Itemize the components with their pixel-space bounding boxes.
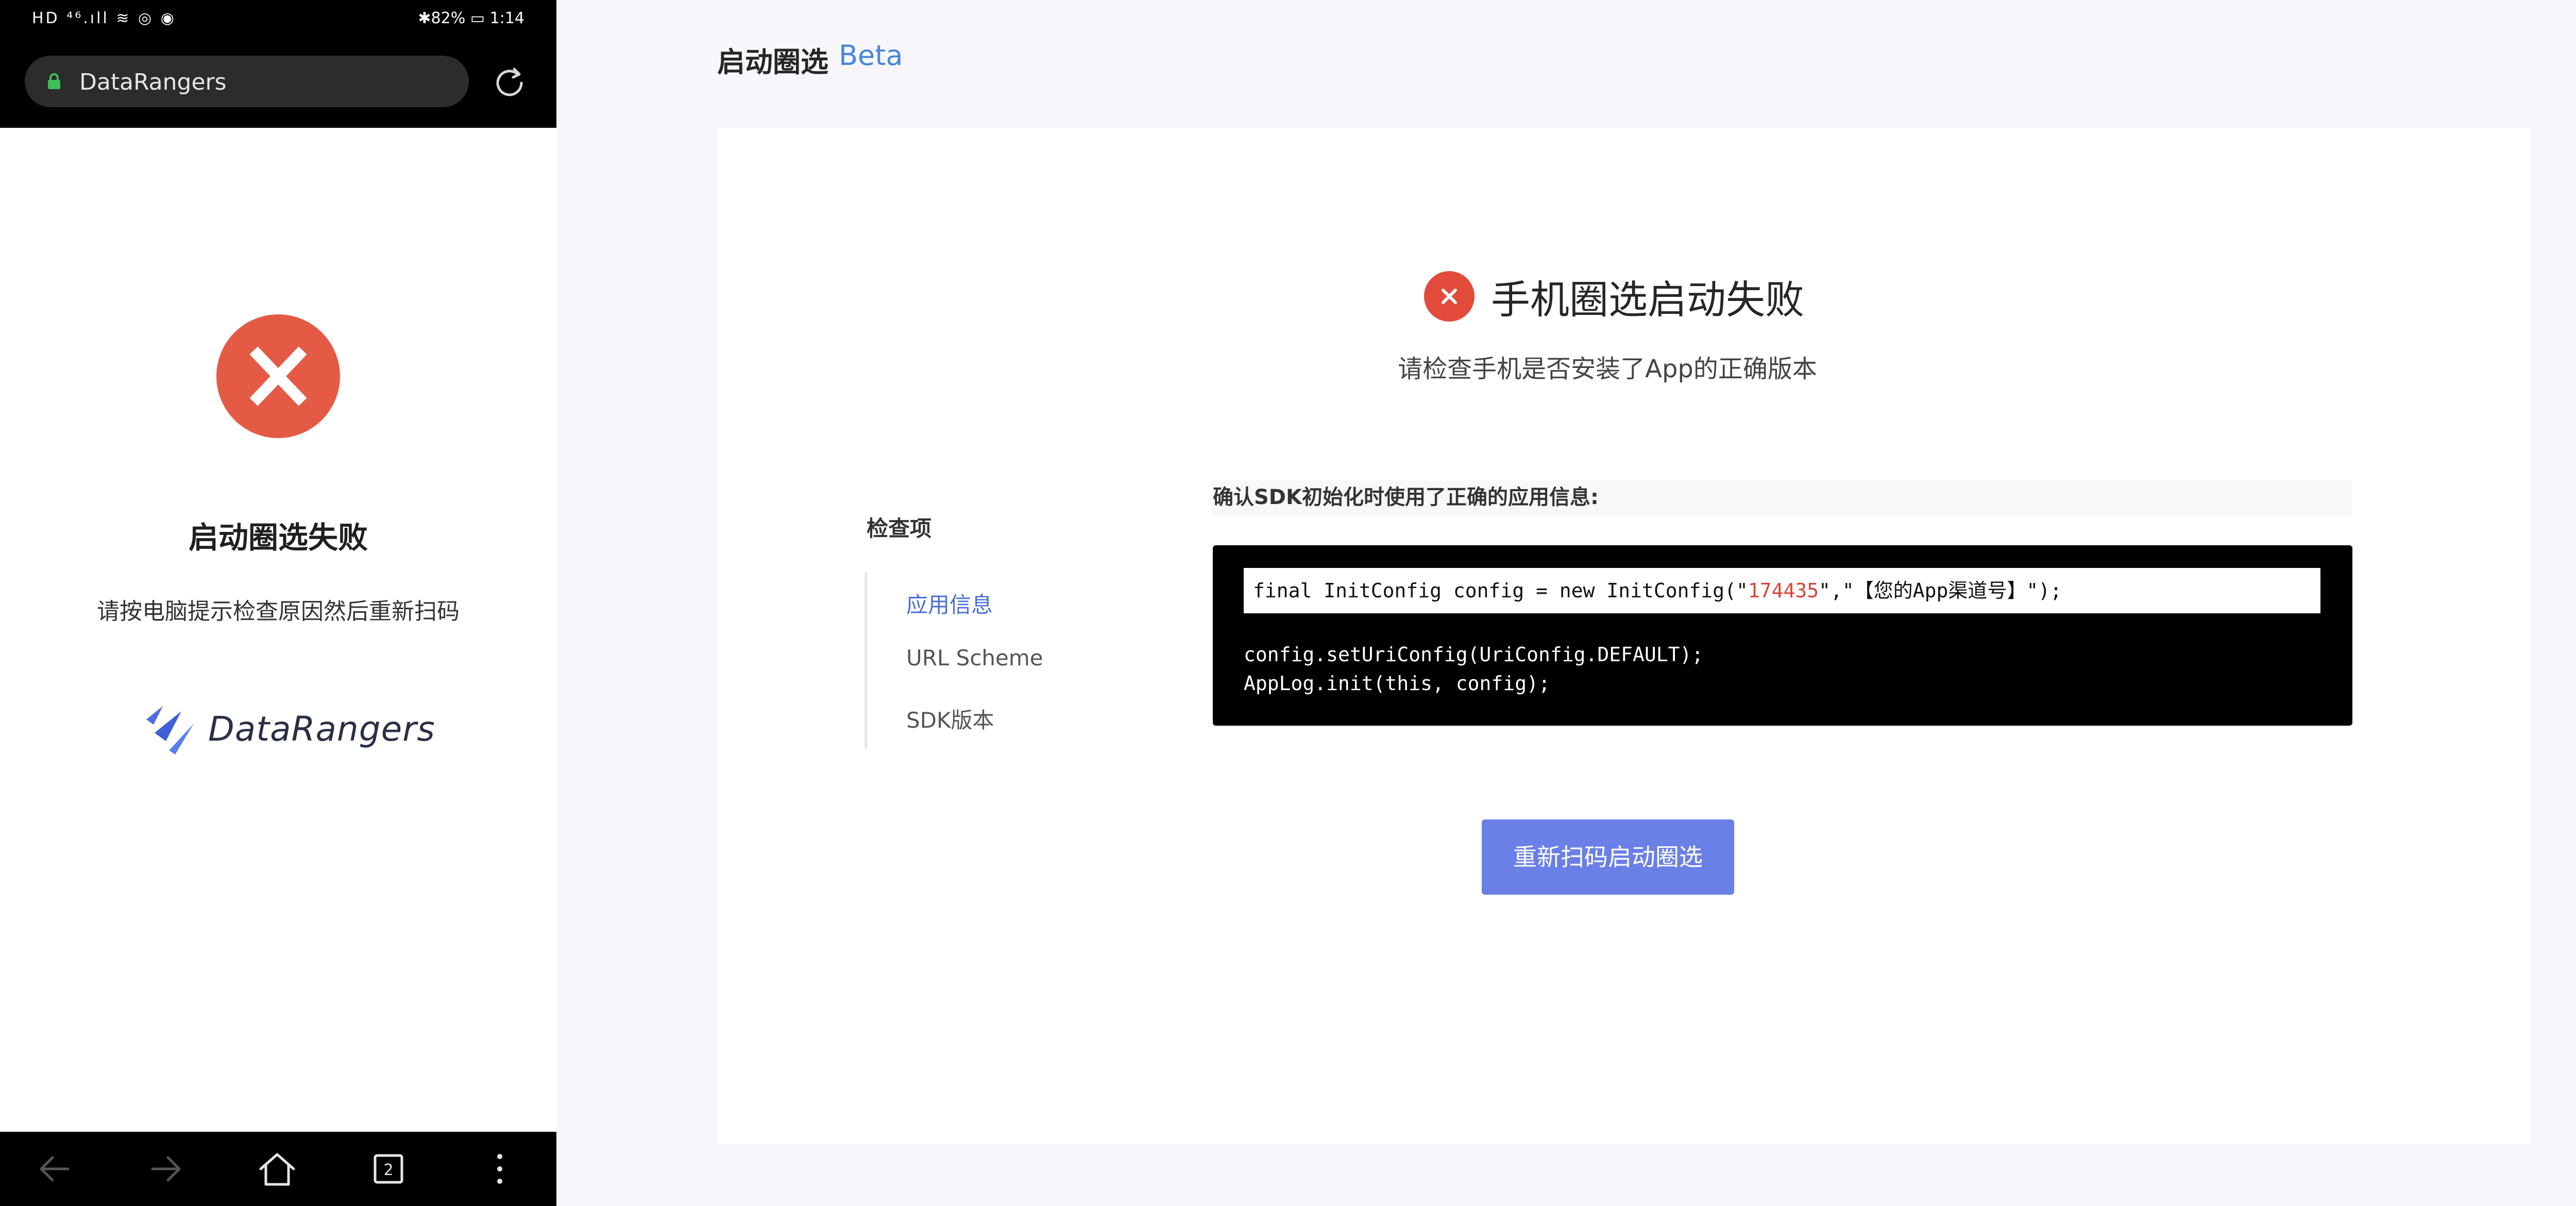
back-button[interactable] bbox=[34, 1148, 75, 1190]
datarangers-logo-mark-icon bbox=[146, 706, 194, 755]
tabs-button[interactable]: 2 bbox=[368, 1148, 409, 1190]
check-item-url-scheme[interactable]: URL Scheme bbox=[906, 645, 1043, 671]
code-heading: 确认SDK初始化时使用了正确的应用信息: bbox=[1213, 485, 1599, 509]
check-item-app-info[interactable]: 应用信息 bbox=[906, 588, 993, 619]
beta-badge: Beta bbox=[839, 39, 903, 72]
check-items-label: 检查项 bbox=[867, 516, 932, 541]
home-button[interactable] bbox=[257, 1148, 298, 1190]
code-line-init: final InitConfig config = new InitConfig… bbox=[1244, 568, 2320, 613]
error-x-icon bbox=[1424, 271, 1475, 322]
tab-count: 2 bbox=[383, 1161, 393, 1179]
check-items-list: 应用信息 URL Scheme SDK版本 bbox=[865, 572, 1073, 748]
error-subtitle: 请检查手机是否安装了App的正确版本 bbox=[1398, 355, 1817, 383]
forward-icon bbox=[151, 1156, 181, 1182]
tabs-icon: 2 bbox=[374, 1154, 403, 1184]
status-battery-time: ✱82% ▭ 1:14 bbox=[418, 9, 524, 27]
lock-icon bbox=[48, 73, 60, 89]
error-title: 手机圈选启动失败 bbox=[1491, 277, 1804, 323]
datarangers-logo: DataRangers bbox=[142, 701, 435, 758]
code-line-uri-config: config.setUriConfig(UriConfig.DEFAULT); bbox=[1244, 643, 1704, 666]
code-line-applog-init: AppLog.init(this, config); bbox=[1244, 672, 1550, 695]
reload-icon[interactable] bbox=[492, 65, 528, 101]
phone-screen: HD ⁴⁶.ıll ≋ ◎ ◉ ✱82% ▭ 1:14 DataRangers … bbox=[0, 0, 556, 1206]
check-item-sdk-version[interactable]: SDK版本 bbox=[906, 703, 994, 734]
back-icon bbox=[40, 1156, 70, 1182]
code-line-init-post: ","【您的App渠道号】"); bbox=[1819, 579, 2062, 602]
rescan-button[interactable]: 重新扫码启动圈选 bbox=[1482, 819, 1734, 895]
code-line-init-pre: final InitConfig config = new InitConfig… bbox=[1253, 579, 1748, 602]
phone-fail-subtitle: 请按电脑提示检查原因然后重新扫码 bbox=[97, 598, 460, 625]
datarangers-logo-text: DataRangers bbox=[208, 709, 435, 749]
status-bar: HD ⁴⁶.ıll ≋ ◎ ◉ ✱82% ▭ 1:14 bbox=[0, 0, 556, 40]
error-x-icon bbox=[216, 314, 340, 438]
browser-address-bar: DataRangers bbox=[0, 40, 556, 128]
menu-icon bbox=[497, 1154, 502, 1184]
menu-button[interactable] bbox=[479, 1148, 520, 1190]
forward-button[interactable] bbox=[145, 1148, 187, 1190]
code-block: final InitConfig config = new InitConfig… bbox=[1213, 545, 2352, 726]
url-text: DataRangers bbox=[79, 69, 227, 95]
home-icon bbox=[259, 1153, 295, 1186]
phone-fail-title: 启动圈选失败 bbox=[188, 520, 368, 555]
page-title: 启动圈选 bbox=[717, 46, 828, 78]
browser-nav-bar: 2 bbox=[0, 1132, 556, 1206]
url-field[interactable]: DataRangers bbox=[25, 56, 469, 107]
status-icons-left: HD ⁴⁶.ıll ≋ ◎ ◉ bbox=[32, 9, 176, 27]
code-app-id: 174435 bbox=[1748, 579, 1819, 602]
